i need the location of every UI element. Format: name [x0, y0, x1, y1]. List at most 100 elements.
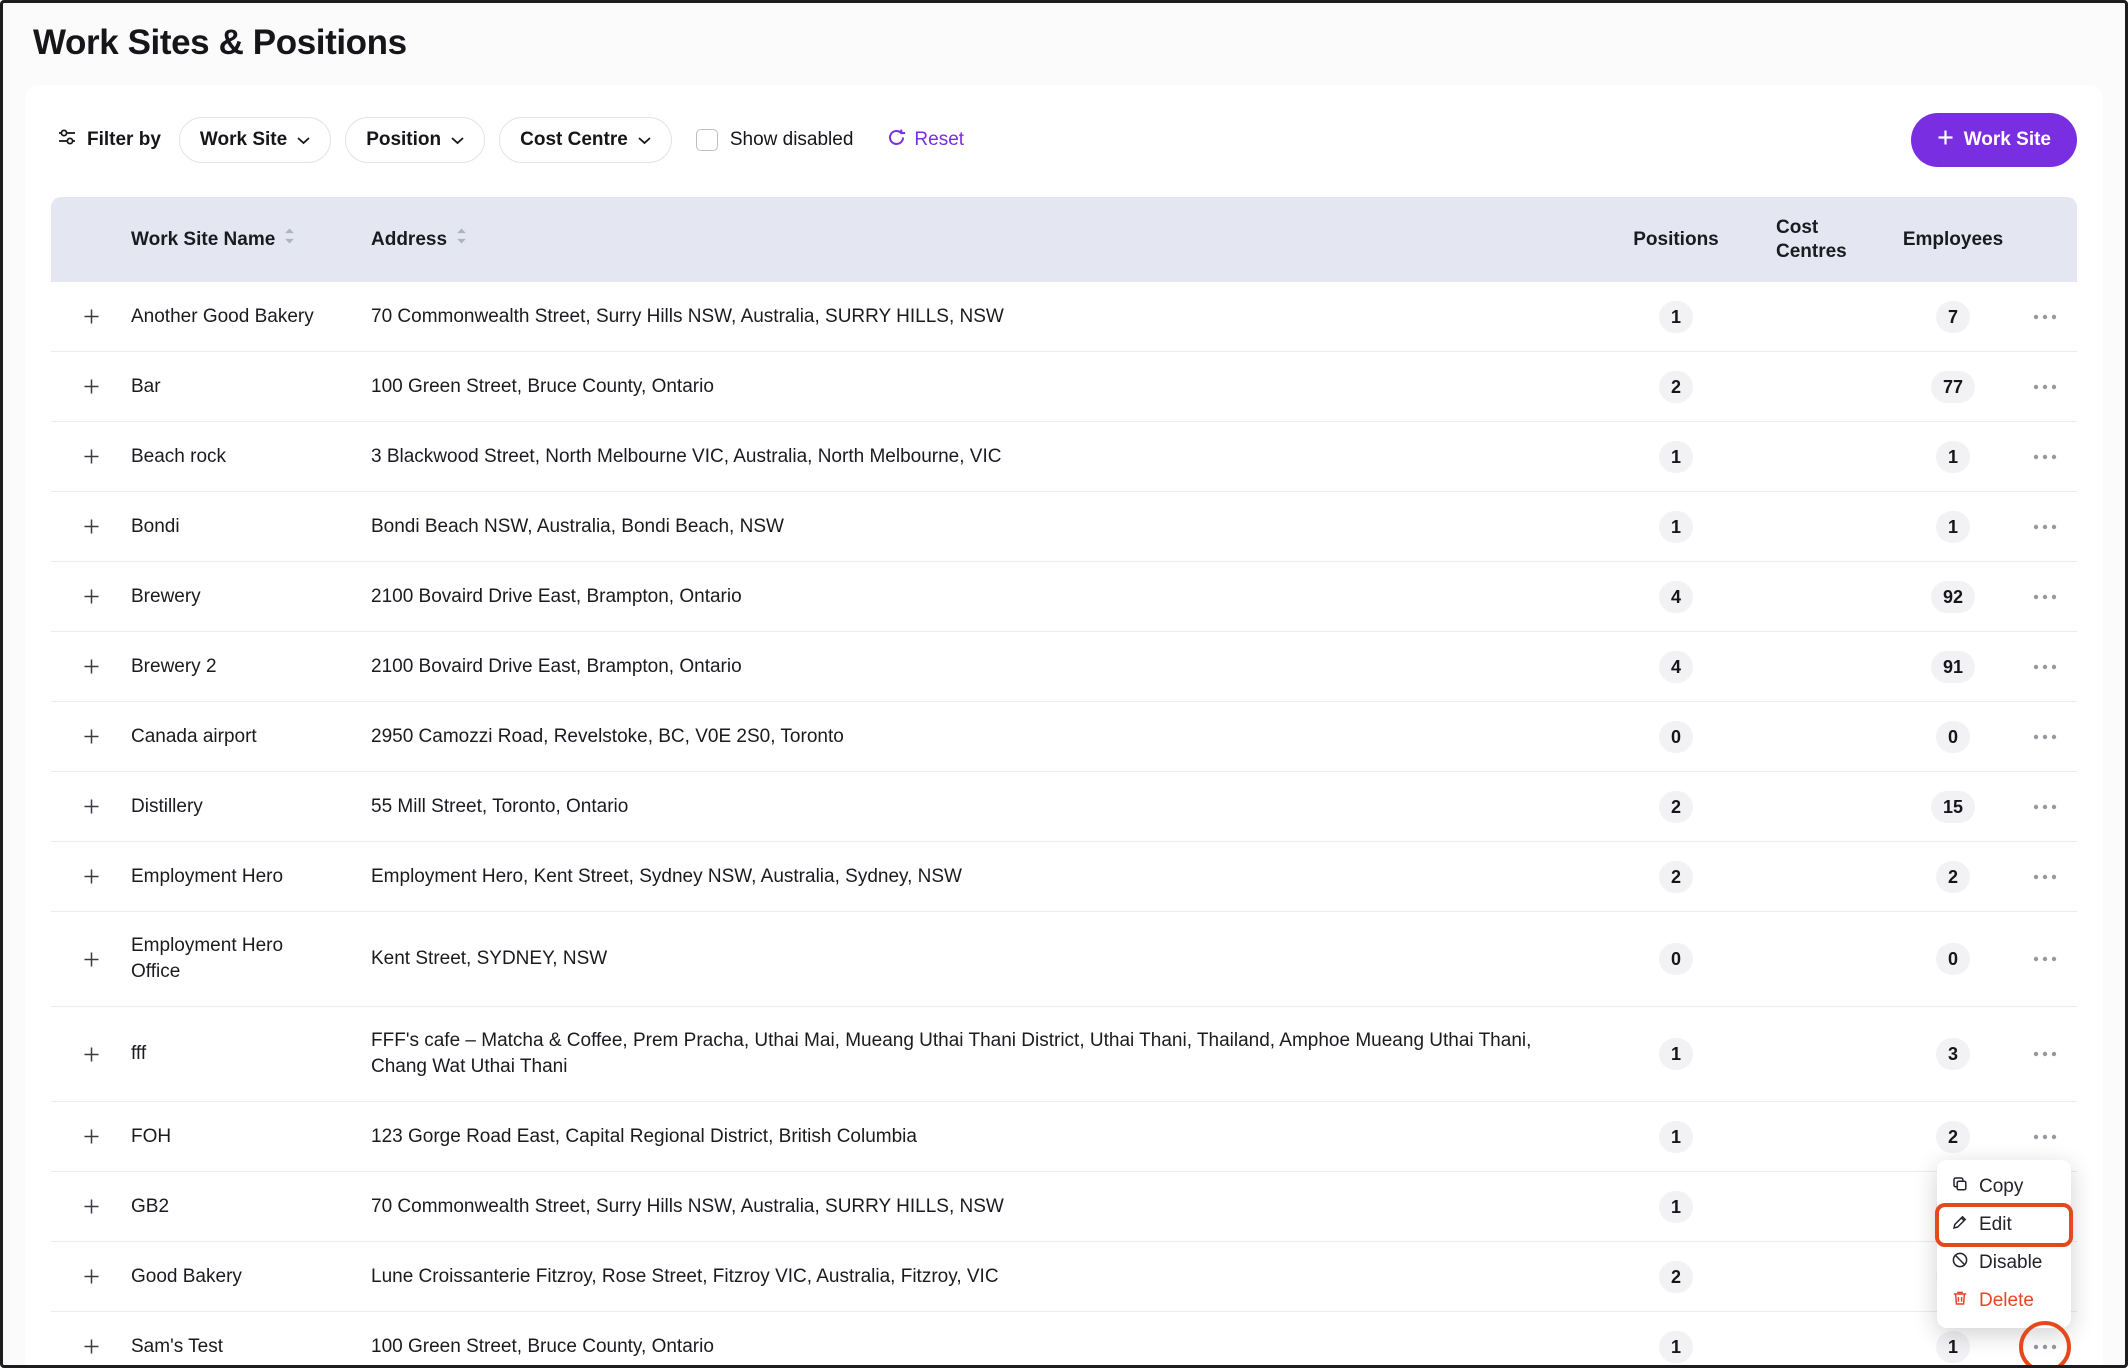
expand-row-button[interactable] — [77, 1192, 106, 1221]
expand-row-button[interactable] — [77, 1122, 106, 1151]
menu-item-copy[interactable]: Copy — [1943, 1168, 2065, 1206]
row-actions-button[interactable] — [2027, 868, 2063, 886]
row-actions-button[interactable] — [2027, 378, 2063, 396]
expand-row-button[interactable] — [77, 1262, 106, 1291]
work-site-name: Sam's Test — [131, 1313, 371, 1368]
positions-count-badge: 1 — [1659, 301, 1693, 333]
work-site-name: Bondi — [131, 493, 371, 561]
expand-row-button[interactable] — [77, 1040, 106, 1069]
positions-count-badge: 2 — [1659, 1261, 1693, 1293]
row-actions-button[interactable] — [2027, 1128, 2063, 1146]
row-actions-button[interactable] — [2027, 518, 2063, 536]
add-work-site-button[interactable]: Work Site — [1911, 113, 2077, 167]
menu-item-delete[interactable]: Delete — [1943, 1282, 2065, 1320]
work-site-name: fff — [131, 1020, 371, 1088]
work-site-name: Another Good Bakery — [131, 283, 371, 351]
expand-row-button[interactable] — [77, 582, 106, 611]
employees-count-badge: 0 — [1936, 721, 1970, 753]
show-disabled-checkbox[interactable] — [696, 129, 718, 151]
expand-row-button[interactable] — [77, 652, 106, 681]
header-work-site-name[interactable]: Work Site Name — [131, 227, 371, 253]
expand-row-button[interactable] — [77, 302, 106, 331]
menu-item-disable[interactable]: Disable — [1943, 1244, 2065, 1282]
row-actions-button[interactable] — [2027, 448, 2063, 466]
table-body: Another Good Bakery 70 Commonwealth Stre… — [51, 282, 2077, 1368]
employees-count-badge: 1 — [1936, 511, 1970, 543]
positions-count-badge: 1 — [1659, 441, 1693, 473]
expand-row-button[interactable] — [77, 512, 106, 541]
sort-icon[interactable] — [455, 227, 468, 253]
positions-count-badge: 1 — [1659, 1038, 1693, 1070]
employees-count-badge: 7 — [1936, 301, 1970, 333]
table-row: GB2 70 Commonwealth Street, Surry Hills … — [51, 1172, 2077, 1242]
work-site-address: 70 Commonwealth Street, Surry Hills NSW,… — [371, 1173, 1609, 1241]
positions-count-badge: 2 — [1659, 861, 1693, 893]
work-site-name: Employment Hero — [131, 843, 371, 911]
filter-by-label: Filter by — [57, 127, 161, 153]
positions-count-badge: 1 — [1659, 1331, 1693, 1363]
table-row: fff FFF's cafe – Matcha & Coffee, Prem P… — [51, 1007, 2077, 1102]
row-actions-button[interactable] — [2027, 658, 2063, 676]
work-site-name: Brewery 2 — [131, 633, 371, 701]
filter-cost-centre-dropdown[interactable]: Cost Centre — [499, 117, 672, 163]
work-site-address: 2100 Bovaird Drive East, Brampton, Ontar… — [371, 633, 1609, 701]
content-card: Filter by Work Site Position Cost Centre — [25, 85, 2103, 1368]
employees-count-badge: 15 — [1931, 791, 1975, 823]
positions-count-badge: 4 — [1659, 651, 1693, 683]
table-row: FOH 123 Gorge Road East, Capital Regiona… — [51, 1102, 2077, 1172]
menu-item-edit[interactable]: Edit — [1943, 1206, 2065, 1244]
row-actions-button[interactable] — [2027, 728, 2063, 746]
reset-filters-button[interactable]: Reset — [881, 127, 970, 154]
row-actions-button[interactable] — [2027, 588, 2063, 606]
header-address[interactable]: Address — [371, 227, 1609, 253]
row-actions-button[interactable] — [2027, 1338, 2063, 1356]
filter-work-site-dropdown[interactable]: Work Site — [179, 117, 331, 163]
table-row: Employment Hero Office Kent Street, SYDN… — [51, 912, 2077, 1007]
table-row: Canada airport 2950 Camozzi Road, Revels… — [51, 702, 2077, 772]
app-window: Work Sites & Positions Filter by Work Si… — [0, 0, 2128, 1368]
table-row: Brewery 2100 Bovaird Drive East, Brampto… — [51, 562, 2077, 632]
expand-row-button[interactable] — [77, 945, 106, 974]
header-positions: Positions — [1609, 227, 1743, 253]
work-site-name: Good Bakery — [131, 1243, 371, 1311]
reset-icon — [887, 128, 906, 153]
positions-count-badge: 2 — [1659, 371, 1693, 403]
sort-icon[interactable] — [283, 227, 296, 253]
employees-count-badge: 2 — [1936, 1121, 1970, 1153]
trash-icon — [1951, 1289, 1969, 1313]
positions-count-badge: 1 — [1659, 1191, 1693, 1223]
work-site-address: Lune Croissanterie Fitzroy, Rose Street,… — [371, 1243, 1609, 1311]
disable-icon — [1951, 1251, 1969, 1275]
expand-row-button[interactable] — [77, 792, 106, 821]
show-disabled-toggle[interactable]: Show disabled — [696, 129, 854, 151]
filter-bar: Filter by Work Site Position Cost Centre — [51, 113, 2077, 167]
filter-position-dropdown[interactable]: Position — [345, 117, 485, 163]
expand-row-button[interactable] — [77, 1332, 106, 1361]
positions-count-badge: 4 — [1659, 581, 1693, 613]
plus-icon — [1937, 129, 1954, 152]
chevron-down-icon — [451, 129, 464, 151]
work-site-name: Canada airport — [131, 703, 371, 771]
work-site-name: Brewery — [131, 563, 371, 631]
positions-count-badge: 0 — [1659, 721, 1693, 753]
row-actions-button[interactable] — [2027, 950, 2063, 968]
row-actions-button[interactable] — [2027, 798, 2063, 816]
employees-count-badge: 1 — [1936, 441, 1970, 473]
expand-row-button[interactable] — [77, 862, 106, 891]
expand-row-button[interactable] — [77, 442, 106, 471]
row-actions-button[interactable] — [2027, 308, 2063, 326]
table-row: Beach rock 3 Blackwood Street, North Mel… — [51, 422, 2077, 492]
row-actions-context-menu: Copy Edit Disable — [1937, 1160, 2071, 1328]
employees-count-badge: 3 — [1936, 1038, 1970, 1070]
expand-row-button[interactable] — [77, 372, 106, 401]
table-row: Brewery 2 2100 Bovaird Drive East, Bramp… — [51, 632, 2077, 702]
row-actions-button[interactable] — [2027, 1045, 2063, 1063]
work-site-address: Bondi Beach NSW, Australia, Bondi Beach,… — [371, 493, 1609, 561]
expand-row-button[interactable] — [77, 722, 106, 751]
positions-count-badge: 2 — [1659, 791, 1693, 823]
chevron-down-icon — [638, 129, 651, 151]
positions-count-badge: 1 — [1659, 511, 1693, 543]
table-row: Another Good Bakery 70 Commonwealth Stre… — [51, 282, 2077, 352]
table-row: Good Bakery Lune Croissanterie Fitzroy, … — [51, 1242, 2077, 1312]
header-cost-centres: Cost Centres — [1743, 216, 1893, 264]
